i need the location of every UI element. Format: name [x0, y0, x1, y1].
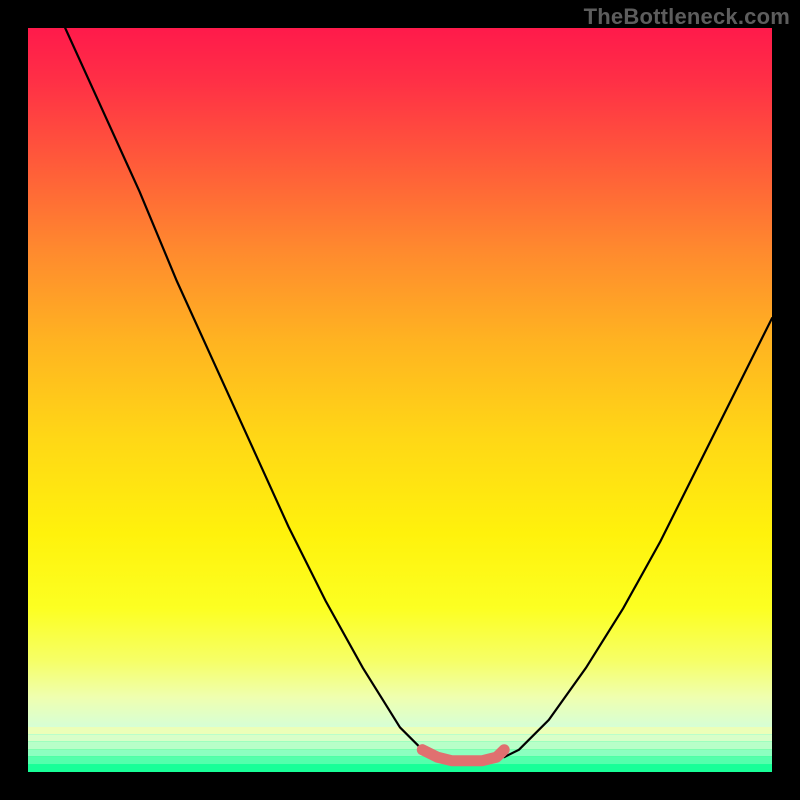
trough-highlight [422, 750, 504, 761]
right-curve [504, 318, 772, 757]
curve-layer [28, 28, 772, 772]
plot-area [28, 28, 772, 772]
left-curve [65, 28, 437, 757]
watermark-text: TheBottleneck.com [584, 4, 790, 30]
chart-frame: TheBottleneck.com [0, 0, 800, 800]
